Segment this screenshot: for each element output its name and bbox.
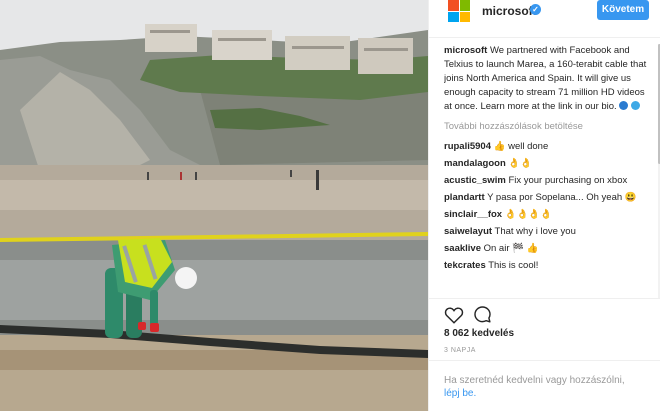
beach-cable-photo [0, 0, 428, 411]
comment-item: tekcrates This is cool! [444, 259, 652, 273]
comment-item: rupali5904 👍 well done [444, 140, 652, 154]
comment-item: sinclair__fox 👌👌👌👌 [444, 208, 652, 222]
login-link[interactable]: lépj be. [444, 388, 476, 399]
comment-text: 👌👌👌👌 [504, 209, 553, 220]
login-prompt: Ha szeretnéd kedvelni vagy hozzászólni, … [429, 360, 660, 411]
post-time[interactable]: 3 NAPJA [444, 347, 476, 354]
post-actions: 8 062 kedvelés 3 NAPJA [429, 298, 660, 360]
post-header: microsoft ✓ Követem [429, 0, 660, 38]
comment-item: saiwelayut That why i love you [444, 225, 652, 239]
globe-emoji-icon [619, 101, 629, 110]
likes-count[interactable]: 8 062 kedvelés [444, 328, 514, 339]
comment-username[interactable]: sinclair__fox [444, 209, 502, 220]
comment-username[interactable]: saiwelayut [444, 226, 492, 237]
comment-username[interactable]: plandartt [444, 192, 485, 203]
comment-username[interactable]: acustic_swim [444, 175, 506, 186]
comment-text: On air 🏁 👍 [483, 243, 539, 254]
comment-text: That why i love you [494, 226, 576, 237]
comment-item: acustic_swim Fix your purchasing on xbox [444, 174, 652, 188]
caption-username[interactable]: microsoft [444, 45, 487, 56]
login-prompt-label: Ha szeretnéd kedvelni vagy hozzászólni, [444, 375, 625, 386]
comment-text: Y pasa por Sopelana... Oh yeah 😃 [487, 192, 637, 203]
comment-username[interactable]: saaklive [444, 243, 481, 254]
load-more-comments[interactable]: További hozzászólások betöltése [444, 120, 652, 134]
comment-item: mandalagoon 👌👌 [444, 157, 652, 171]
comment-username[interactable]: tekcrates [444, 260, 486, 271]
follow-button[interactable]: Követem [597, 0, 649, 20]
comment-item: plandartt Y pasa por Sopelana... Oh yeah… [444, 191, 652, 205]
header-username[interactable]: microsoft [482, 4, 537, 18]
post-caption: microsoft We partnered with Facebook and… [444, 44, 652, 114]
comment-text: 👍 well done [493, 141, 549, 152]
heart-icon[interactable] [444, 306, 464, 324]
comments-list[interactable]: microsoft We partnered with Facebook and… [444, 44, 652, 298]
login-prompt-text: Ha szeretnéd kedvelni vagy hozzászólni, … [444, 374, 644, 400]
comment-text: 👌👌 [508, 158, 533, 169]
comment-item: saaklive On air 🏁 👍 [444, 242, 652, 256]
post-sidebar: microsoft ✓ Követem microsoft We partner… [428, 0, 660, 411]
comment-username[interactable]: rupali5904 [444, 141, 491, 152]
microsoft-logo-icon[interactable] [448, 0, 470, 22]
comment-text: This is cool! [488, 260, 539, 271]
verified-icon: ✓ [530, 4, 541, 15]
comment-text: Fix your purchasing on xbox [508, 175, 628, 186]
comment-icon[interactable] [473, 305, 492, 324]
comment-username[interactable]: mandalagoon [444, 158, 506, 169]
pacman-emoji-icon [630, 101, 640, 110]
post-photo [0, 0, 428, 411]
